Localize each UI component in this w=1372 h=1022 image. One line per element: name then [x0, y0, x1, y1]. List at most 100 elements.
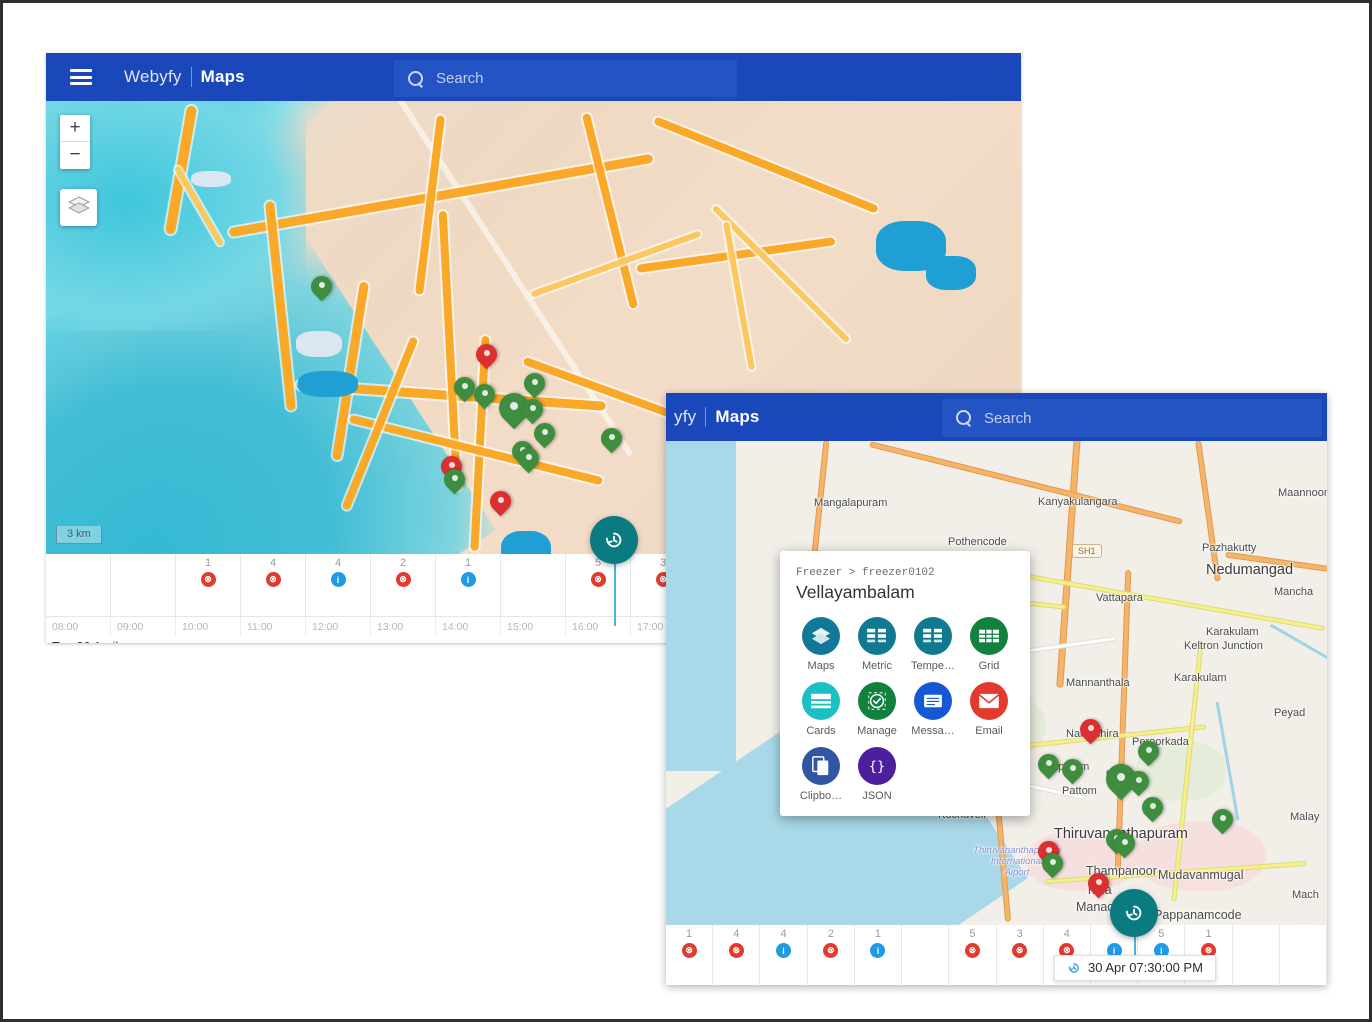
- app-item-clipbo[interactable]: Clipbo…: [796, 747, 846, 802]
- info-badge-icon[interactable]: i: [870, 943, 886, 958]
- message-icon: [914, 682, 952, 720]
- timeline-slot[interactable]: [46, 554, 111, 616]
- timeline-slot-count: 5: [1158, 928, 1165, 940]
- app-item-label: Messa…: [911, 725, 955, 737]
- map-marker-red[interactable]: [471, 339, 502, 372]
- brand-product-secondary: Maps: [715, 407, 760, 426]
- alert-badge-icon[interactable]: ⊗: [1012, 943, 1028, 958]
- timeline-slot[interactable]: 2 ⊗: [371, 554, 436, 616]
- marker-dot: [1149, 803, 1156, 809]
- map-marker-red[interactable]: [1075, 714, 1106, 747]
- map-marker-red[interactable]: [485, 486, 516, 519]
- river: [1269, 623, 1327, 662]
- timeline-slot-time: 11:00: [241, 617, 306, 636]
- map-marker-green[interactable]: [1033, 749, 1064, 782]
- map-marker-red[interactable]: [1083, 868, 1114, 901]
- timeline-slot[interactable]: 1i: [436, 554, 501, 616]
- app-item-label: Email: [975, 725, 1003, 737]
- app-item-maps[interactable]: Maps: [796, 617, 846, 672]
- timeline-slot[interactable]: 4i: [306, 554, 371, 616]
- alert-badge-icon[interactable]: ⊗: [823, 943, 839, 958]
- timeline-slot-count: 3: [1016, 928, 1023, 940]
- timeline-slot[interactable]: [1280, 925, 1327, 985]
- timeline-slot[interactable]: 4i: [760, 925, 808, 985]
- app-item-json[interactable]: {} JSON: [852, 747, 902, 802]
- marker-dot: [483, 350, 490, 356]
- map-marker-green[interactable]: [1037, 848, 1068, 881]
- clipboard-icon: [802, 747, 840, 785]
- app-item-grid[interactable]: Grid: [964, 617, 1014, 672]
- info-badge-icon[interactable]: i: [776, 943, 792, 958]
- map-marker-green[interactable]: [1133, 736, 1164, 769]
- layers-button[interactable]: [60, 189, 97, 226]
- water-body: [298, 371, 358, 397]
- search-input-secondary[interactable]: Search: [942, 399, 1322, 437]
- map-marker-green[interactable]: [596, 423, 627, 456]
- info-badge-icon[interactable]: i: [330, 572, 346, 587]
- timeline-slot[interactable]: 1⊗: [666, 925, 714, 985]
- timeline-slot[interactable]: [111, 554, 176, 616]
- alert-badge-icon[interactable]: ⊗: [265, 572, 281, 587]
- map-marker-green[interactable]: [1057, 754, 1088, 787]
- marker-dot: [481, 390, 488, 396]
- timeline-slot-count: 2: [399, 557, 407, 569]
- timeline-slot[interactable]: 5 ⊗: [949, 925, 997, 985]
- map-marker-green[interactable]: [469, 379, 500, 412]
- marker-dot: [608, 434, 615, 440]
- app-item-label: JSON: [862, 790, 892, 802]
- timeline-slot[interactable]: 3 ⊗: [997, 925, 1044, 985]
- history-button-primary[interactable]: [590, 516, 638, 564]
- timeline-slot[interactable]: 4⊗: [713, 925, 761, 985]
- alert-badge-icon[interactable]: ⊗: [964, 943, 980, 958]
- timeline-slot[interactable]: [1233, 925, 1280, 985]
- search-input[interactable]: Search: [394, 60, 737, 97]
- map-marker-green[interactable]: [1109, 828, 1140, 861]
- road-segment: [653, 116, 879, 214]
- app-item-messa[interactable]: Messa…: [908, 682, 958, 737]
- zoom-in-button[interactable]: +: [60, 115, 90, 142]
- water-body: [926, 256, 976, 290]
- alert-badge-icon[interactable]: ⊗: [728, 943, 744, 958]
- map-place-label: Mangalapuram: [814, 497, 888, 509]
- app-item-manage[interactable]: Manage: [852, 682, 902, 737]
- timeline-slot[interactable]: 1⊗: [176, 554, 241, 616]
- brand-logo-secondary: yfy Maps: [674, 407, 760, 427]
- zoom-controls[interactable]: + −: [60, 115, 90, 169]
- timeline-slot[interactable]: 4⊗: [241, 554, 306, 616]
- map-canvas-secondary[interactable]: Thiruvananthapuram International Aiport Ma…: [666, 441, 1327, 925]
- map-marker-green[interactable]: [449, 372, 480, 405]
- timeline-secondary[interactable]: 1⊗4⊗4i2⊗1i5⊗3⊗4⊗i5i1⊗ 0:0011:0012:0013:0…: [666, 889, 1327, 985]
- marker-dot: [318, 282, 325, 288]
- zoom-out-button[interactable]: −: [60, 142, 90, 169]
- alert-badge-icon[interactable]: ⊗: [395, 572, 411, 587]
- timeline-slot-count: 2: [827, 928, 834, 940]
- app-item-tempe[interactable]: Tempe…: [908, 617, 958, 672]
- alert-badge-icon[interactable]: ⊗: [681, 943, 697, 958]
- map-marker-green[interactable]: [306, 271, 337, 304]
- road-segment: [870, 442, 1182, 524]
- map-marker-green[interactable]: [529, 418, 560, 451]
- timeline-slot[interactable]: 5 ⊗: [566, 554, 631, 616]
- timeline-slot-count: 1: [686, 928, 693, 940]
- alert-badge-icon[interactable]: ⊗: [200, 572, 216, 587]
- hamburger-menu-icon[interactable]: [70, 69, 92, 85]
- app-item-cards[interactable]: Cards: [796, 682, 846, 737]
- map-place-label: Nedumangad: [1206, 562, 1294, 578]
- timeline-slot[interactable]: [902, 925, 950, 985]
- map-marker-green[interactable]: [1207, 804, 1238, 837]
- timeline-slot[interactable]: 1i: [855, 925, 903, 985]
- history-button-secondary[interactable]: [1110, 889, 1158, 937]
- timeline-slot[interactable]: 2 ⊗: [808, 925, 855, 985]
- map-marker-green[interactable]: [513, 443, 544, 476]
- app-item-metric[interactable]: Metric: [852, 617, 902, 672]
- marker-dot: [1069, 765, 1076, 771]
- map-place-label: Mach: [1292, 889, 1319, 901]
- map-marker-green[interactable]: [1137, 792, 1168, 825]
- map-marker-green[interactable]: [439, 464, 470, 497]
- map-marker-green[interactable]: [1123, 766, 1154, 799]
- timeline-slot[interactable]: [501, 554, 566, 616]
- info-badge-icon[interactable]: i: [460, 572, 476, 587]
- map-place-label: Karakulam: [1206, 626, 1259, 638]
- alert-badge-icon[interactable]: ⊗: [590, 572, 606, 587]
- app-item-email[interactable]: Email: [964, 682, 1014, 737]
